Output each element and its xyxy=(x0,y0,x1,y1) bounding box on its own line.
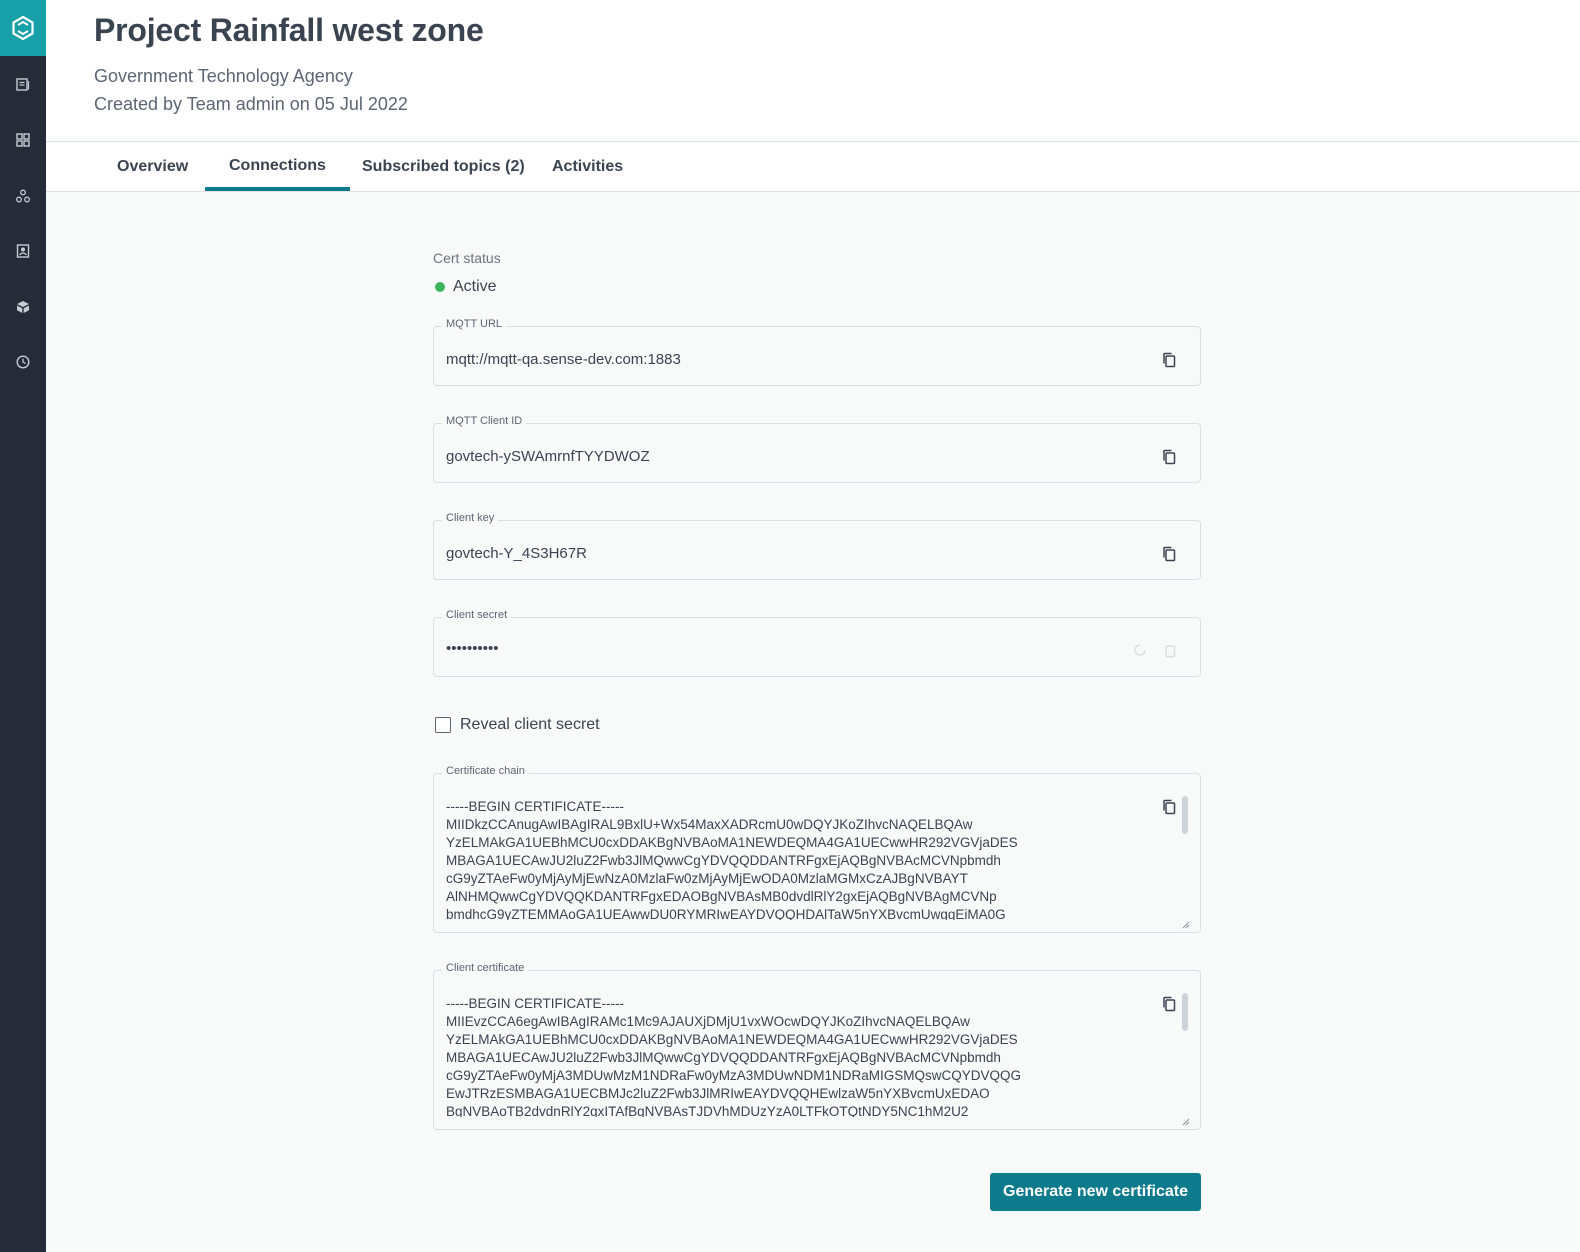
status-dot-icon xyxy=(435,282,445,292)
organization-name: Government Technology Agency xyxy=(94,66,353,86)
scrollbar-thumb[interactable] xyxy=(1182,993,1188,1031)
scrollbar-thumb[interactable] xyxy=(1182,796,1188,834)
client-key-field[interactable]: Client key govtech-Y_4S3H67R xyxy=(433,512,1201,580)
resize-handle-icon[interactable] xyxy=(1182,1113,1190,1126)
refresh-icon xyxy=(1132,642,1148,658)
tab-overview[interactable]: Overview xyxy=(93,143,212,191)
client-certificate-text[interactable]: -----BEGIN CERTIFICATE----- MIIEvzCCA6eg… xyxy=(446,995,1146,1117)
mqtt-url-field[interactable]: MQTT URL mqtt://mqtt-qa.sense-dev.com:18… xyxy=(433,318,1201,386)
copy-icon[interactable] xyxy=(1160,448,1178,466)
clock-icon[interactable] xyxy=(0,348,46,376)
mqtt-url-value: mqtt://mqtt-qa.sense-dev.com:1883 xyxy=(446,351,681,368)
tab-connections[interactable]: Connections xyxy=(205,143,350,191)
copy-icon xyxy=(1162,642,1178,658)
client-key-value: govtech-Y_4S3H67R xyxy=(446,545,587,562)
tab-bar: Overview Connections Subscribed topics (… xyxy=(46,143,1580,192)
tab-subscribed-topics[interactable]: Subscribed topics (2) xyxy=(338,143,549,191)
mqtt-client-id-label: MQTT Client ID xyxy=(442,415,527,427)
reveal-secret-label: Reveal client secret xyxy=(460,716,600,733)
network-icon[interactable] xyxy=(0,182,46,210)
cert-status: Active xyxy=(435,278,497,296)
generate-certificate-button[interactable]: Generate new certificate xyxy=(990,1173,1201,1211)
mqtt-client-id-value: govtech-ySWAmrnfTYYDWOZ xyxy=(446,448,650,465)
sidebar xyxy=(0,0,46,1252)
cube-icon[interactable] xyxy=(0,293,46,321)
client-certificate-label: Client certificate xyxy=(442,962,529,974)
project-header: Project Rainfall west zone Government Te… xyxy=(46,0,1580,142)
client-key-label: Client key xyxy=(442,512,499,524)
resize-handle-icon[interactable] xyxy=(1182,916,1190,929)
tab-activities[interactable]: Activities xyxy=(528,143,647,191)
certificate-chain-text[interactable]: -----BEGIN CERTIFICATE----- MIIDkzCCAnug… xyxy=(446,798,1146,920)
certificate-chain-field[interactable]: Certificate chain -----BEGIN CERTIFICATE… xyxy=(433,765,1201,933)
created-info: Created by Team admin on 05 Jul 2022 xyxy=(94,94,408,114)
logo-icon[interactable] xyxy=(0,0,46,56)
copy-icon[interactable] xyxy=(1160,545,1178,563)
copy-icon[interactable] xyxy=(1160,351,1178,369)
contacts-icon[interactable] xyxy=(0,237,46,265)
documents-icon[interactable] xyxy=(0,70,46,98)
cert-status-value: Active xyxy=(453,278,497,295)
client-secret-value: •••••••••• xyxy=(446,640,499,657)
client-certificate-field[interactable]: Client certificate -----BEGIN CERTIFICAT… xyxy=(433,962,1201,1130)
client-secret-label: Client secret xyxy=(442,609,512,621)
cert-status-label: Cert status xyxy=(433,250,501,266)
copy-icon[interactable] xyxy=(1160,798,1178,816)
mqtt-client-id-field[interactable]: MQTT Client ID govtech-ySWAmrnfTYYDWOZ xyxy=(433,415,1201,483)
certificate-chain-label: Certificate chain xyxy=(442,765,529,777)
mqtt-url-label: MQTT URL xyxy=(442,318,507,330)
copy-icon[interactable] xyxy=(1160,995,1178,1013)
checkbox-icon[interactable] xyxy=(435,717,451,733)
reveal-secret-checkbox[interactable]: Reveal client secret xyxy=(435,716,600,734)
client-secret-field[interactable]: Client secret •••••••••• xyxy=(433,609,1201,677)
page-title: Project Rainfall west zone xyxy=(94,12,484,48)
grid-icon[interactable] xyxy=(0,126,46,154)
